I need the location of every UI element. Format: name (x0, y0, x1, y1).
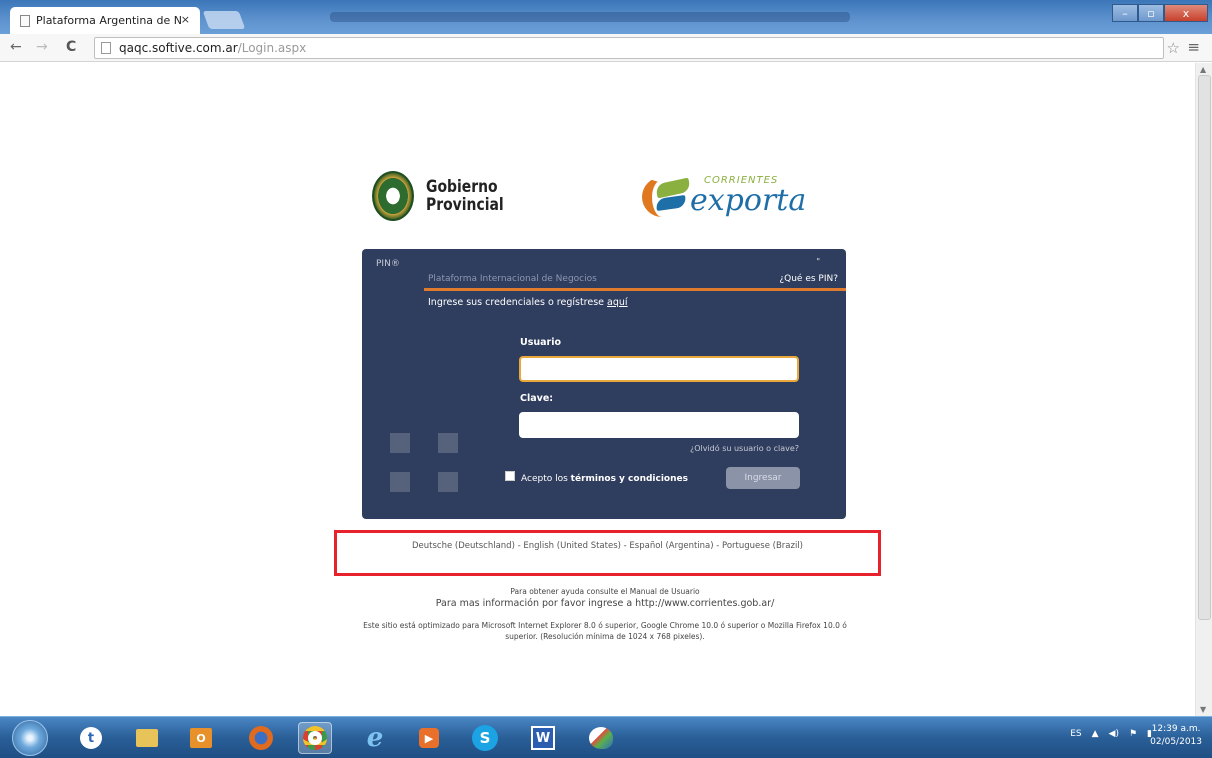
decorative-square (390, 433, 410, 453)
platform-name: Plataforma Internacional de Negocios (428, 274, 597, 284)
user-input[interactable] (519, 356, 799, 382)
help-line-manual: Para obtener ayuda consulte el Manual de… (510, 587, 700, 596)
gobierno-line2: Provincial (426, 195, 504, 215)
what-is-pin-link[interactable]: ¿Qué es PIN? (779, 274, 838, 284)
scroll-down-icon[interactable]: ▼ (1200, 705, 1206, 714)
tray-expand-icon[interactable]: ▲ (1092, 729, 1099, 739)
start-button[interactable] (12, 720, 48, 756)
tab-title: Plataforma Argentina de N (36, 14, 182, 27)
minimize-button[interactable]: – (1112, 4, 1138, 22)
login-submit-button[interactable]: Ingresar (726, 467, 800, 489)
intro-text-body: Ingrese sus credenciales o regístrese (428, 297, 605, 308)
window-title-blur (330, 12, 850, 22)
user-label: Usuario (520, 337, 562, 348)
password-label: Clave: (520, 393, 554, 404)
paint-icon[interactable] (584, 722, 618, 754)
volume-icon[interactable]: ◀) (1109, 729, 1119, 739)
scroll-up-icon[interactable]: ▲ (1200, 65, 1206, 74)
media-icon[interactable]: ▶ (412, 722, 446, 754)
orange-divider (424, 288, 846, 291)
back-icon[interactable]: ← (10, 39, 22, 55)
pin-label: PIN® (376, 259, 400, 269)
chrome-menu-icon[interactable]: ≡ (1187, 38, 1200, 56)
register-link[interactable]: aquí (607, 297, 628, 308)
decorative-square (438, 433, 458, 453)
help-line-browsers: Este sitio está optimizado para Microsof… (363, 621, 847, 641)
decorative-square (390, 472, 410, 492)
gobierno-line1: Gobierno (426, 177, 498, 197)
login-panel: PIN® " Plataforma Internacional de Negoc… (362, 249, 846, 519)
skype-icon[interactable]: S (468, 722, 502, 754)
browser-tab[interactable]: Plataforma Argentina de N × (10, 7, 200, 34)
reload-icon[interactable]: C (66, 39, 76, 55)
ie-icon[interactable]: e (358, 722, 392, 754)
page-icon (101, 42, 111, 54)
exporta-wordmark: exporta (690, 183, 807, 218)
help-line-info: Para mas información por favor ingrese a… (435, 598, 775, 609)
word-icon[interactable]: W (526, 722, 560, 754)
browser-titlebar: Plataforma Argentina de N × – ▫ x (0, 0, 1212, 34)
scrollbar-thumb[interactable] (1198, 75, 1211, 620)
browser-toolbar: ← → C qaqc.softive.com.ar/Login.aspx ☆ ≡ (0, 34, 1212, 62)
language-links[interactable]: Deutsche (Deutschland) - English (United… (337, 541, 878, 552)
system-clock[interactable]: 12:39 a.m. 02/05/2013 (1150, 723, 1202, 749)
vertical-scrollbar[interactable]: ▲ ▼ (1195, 63, 1212, 716)
corrientes-exporta-logo: CORRIENTES exporta (642, 167, 832, 227)
corner-mark: " (816, 257, 820, 266)
url-host: qaqc.softive.com.ar (119, 41, 238, 55)
page-viewport: Gobierno Provincial CORRIENTES exporta P… (0, 63, 1195, 716)
accept-terms-label: Acepto los términos y condiciones (521, 474, 688, 484)
page-favicon-icon (20, 14, 30, 27)
outlook-icon[interactable]: O (184, 722, 218, 754)
terms-link[interactable]: términos y condiciones (571, 474, 688, 484)
chrome-icon[interactable] (298, 722, 332, 754)
intro-text: Ingrese sus credenciales o regístrese aq… (428, 297, 628, 308)
url-path: /Login.aspx (237, 41, 307, 55)
maximize-button[interactable]: ▫ (1138, 4, 1164, 22)
forgot-credentials-link[interactable]: ¿Olvidó su usuario o clave? (690, 444, 799, 453)
system-tray: ES ▲ ◀) ⚑ ▮ (1070, 729, 1152, 739)
close-window-button[interactable]: x (1164, 4, 1208, 22)
firefox-icon[interactable] (244, 722, 278, 754)
decorative-square (438, 472, 458, 492)
address-bar[interactable]: qaqc.softive.com.ar/Login.aspx (94, 37, 1164, 59)
tab-close-icon[interactable]: × (181, 13, 190, 26)
clock-date: 02/05/2013 (1150, 737, 1202, 747)
gobierno-provincial-logo: Gobierno Provincial (372, 171, 521, 221)
window-controls: – ▫ x (1112, 4, 1208, 22)
province-seal-icon (372, 171, 414, 221)
password-input[interactable] (519, 412, 799, 438)
explorer-icon[interactable] (130, 722, 164, 754)
twitter-icon[interactable]: t (74, 722, 108, 754)
clock-time: 12:39 a.m. (1151, 724, 1201, 734)
language-selector-highlight: Deutsche (Deutschland) - English (United… (334, 530, 881, 576)
accept-prefix: Acepto los (521, 474, 568, 484)
accept-terms-checkbox[interactable] (505, 471, 515, 481)
language-indicator[interactable]: ES (1070, 729, 1081, 739)
bookmark-star-icon[interactable]: ☆ (1167, 39, 1180, 57)
forward-icon[interactable]: → (36, 39, 48, 55)
windows-taskbar: t O e ▶ S W ES ▲ ◀) ⚑ ▮ 12:39 a.m. 02/05… (0, 716, 1212, 758)
new-tab-button[interactable] (202, 11, 246, 29)
flag-icon[interactable]: ⚑ (1129, 729, 1137, 739)
